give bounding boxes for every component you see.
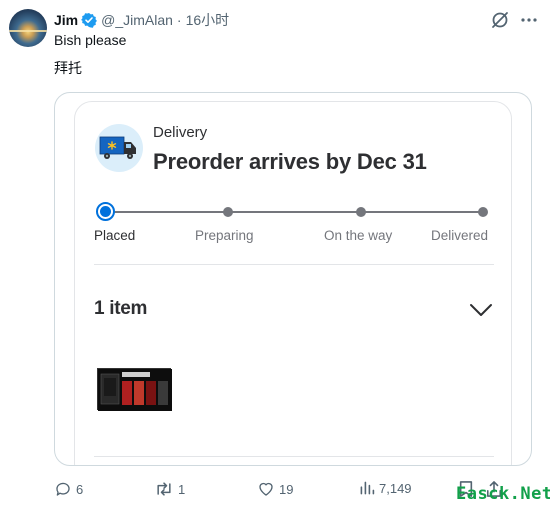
divider — [94, 456, 494, 457]
grok-icon[interactable] — [490, 10, 510, 30]
tweet-header: Jim @_JimAlan · 16小时 — [54, 10, 229, 30]
step-label-on-the-way: On the way — [324, 228, 393, 243]
timestamp[interactable]: 16小时 — [186, 10, 230, 30]
reply-icon — [56, 482, 70, 496]
step-on-the-way-marker — [356, 207, 366, 217]
tweet-media[interactable]: Delivery Preorder arrives by Dec 31 Plac… — [54, 92, 532, 466]
items-count-title: 1 item — [94, 298, 148, 319]
separator-dot: · — [176, 12, 182, 28]
order-card: Delivery Preorder arrives by Dec 31 Plac… — [74, 101, 512, 465]
views-chart-icon — [360, 481, 375, 495]
step-placed-marker — [96, 202, 115, 221]
reply-count: 6 — [76, 481, 84, 497]
author-handle[interactable]: @_JimAlan — [101, 12, 173, 28]
views-count: 7,149 — [379, 480, 412, 496]
verified-badge-icon — [81, 12, 98, 28]
avatar[interactable] — [9, 9, 47, 47]
step-label-delivered: Delivered — [431, 228, 489, 243]
step-delivered-marker — [478, 207, 488, 217]
views-button[interactable]: 7,149 — [359, 480, 412, 496]
repost-button[interactable]: 1 — [154, 480, 185, 498]
step-label-placed: Placed — [94, 228, 136, 243]
tweet-text-line1: Bish please — [54, 32, 127, 48]
chevron-down-icon[interactable] — [469, 302, 493, 318]
heart-icon — [259, 482, 273, 496]
divider — [94, 264, 494, 265]
watermark-text: Easck.Net — [456, 484, 550, 504]
product-thumbnail[interactable] — [97, 368, 172, 411]
tweet-text-line2: 拜托 — [54, 60, 82, 76]
repost-count: 1 — [178, 481, 186, 497]
step-preparing-marker — [223, 207, 233, 217]
author-name[interactable]: Jim — [54, 12, 78, 28]
like-count: 19 — [279, 481, 294, 497]
delivery-truck-icon — [95, 124, 143, 172]
step-label-preparing: Preparing — [195, 228, 254, 243]
more-options-icon[interactable] — [519, 12, 539, 28]
reply-button[interactable]: 6 — [54, 480, 83, 498]
progress-track — [105, 211, 485, 213]
delivery-title: Preorder arrives by Dec 31 — [153, 149, 427, 174]
like-button[interactable]: 19 — [257, 480, 293, 498]
repost-icon — [157, 482, 171, 496]
delivery-label: Delivery — [153, 124, 208, 141]
